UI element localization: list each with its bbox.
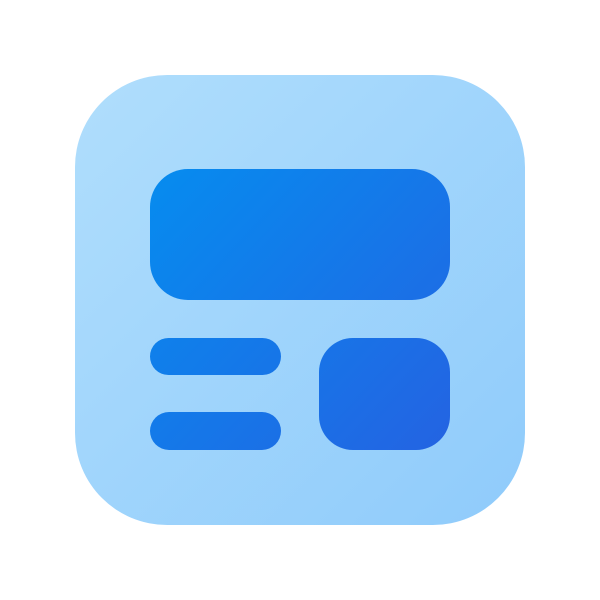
layout-dashboard-icon: [75, 75, 525, 525]
text-line-shape-2: [150, 412, 281, 450]
icon-canvas: [0, 0, 600, 600]
square-block-shape: [319, 338, 450, 450]
header-block-shape: [150, 169, 450, 300]
text-line-shape-1: [150, 338, 281, 375]
